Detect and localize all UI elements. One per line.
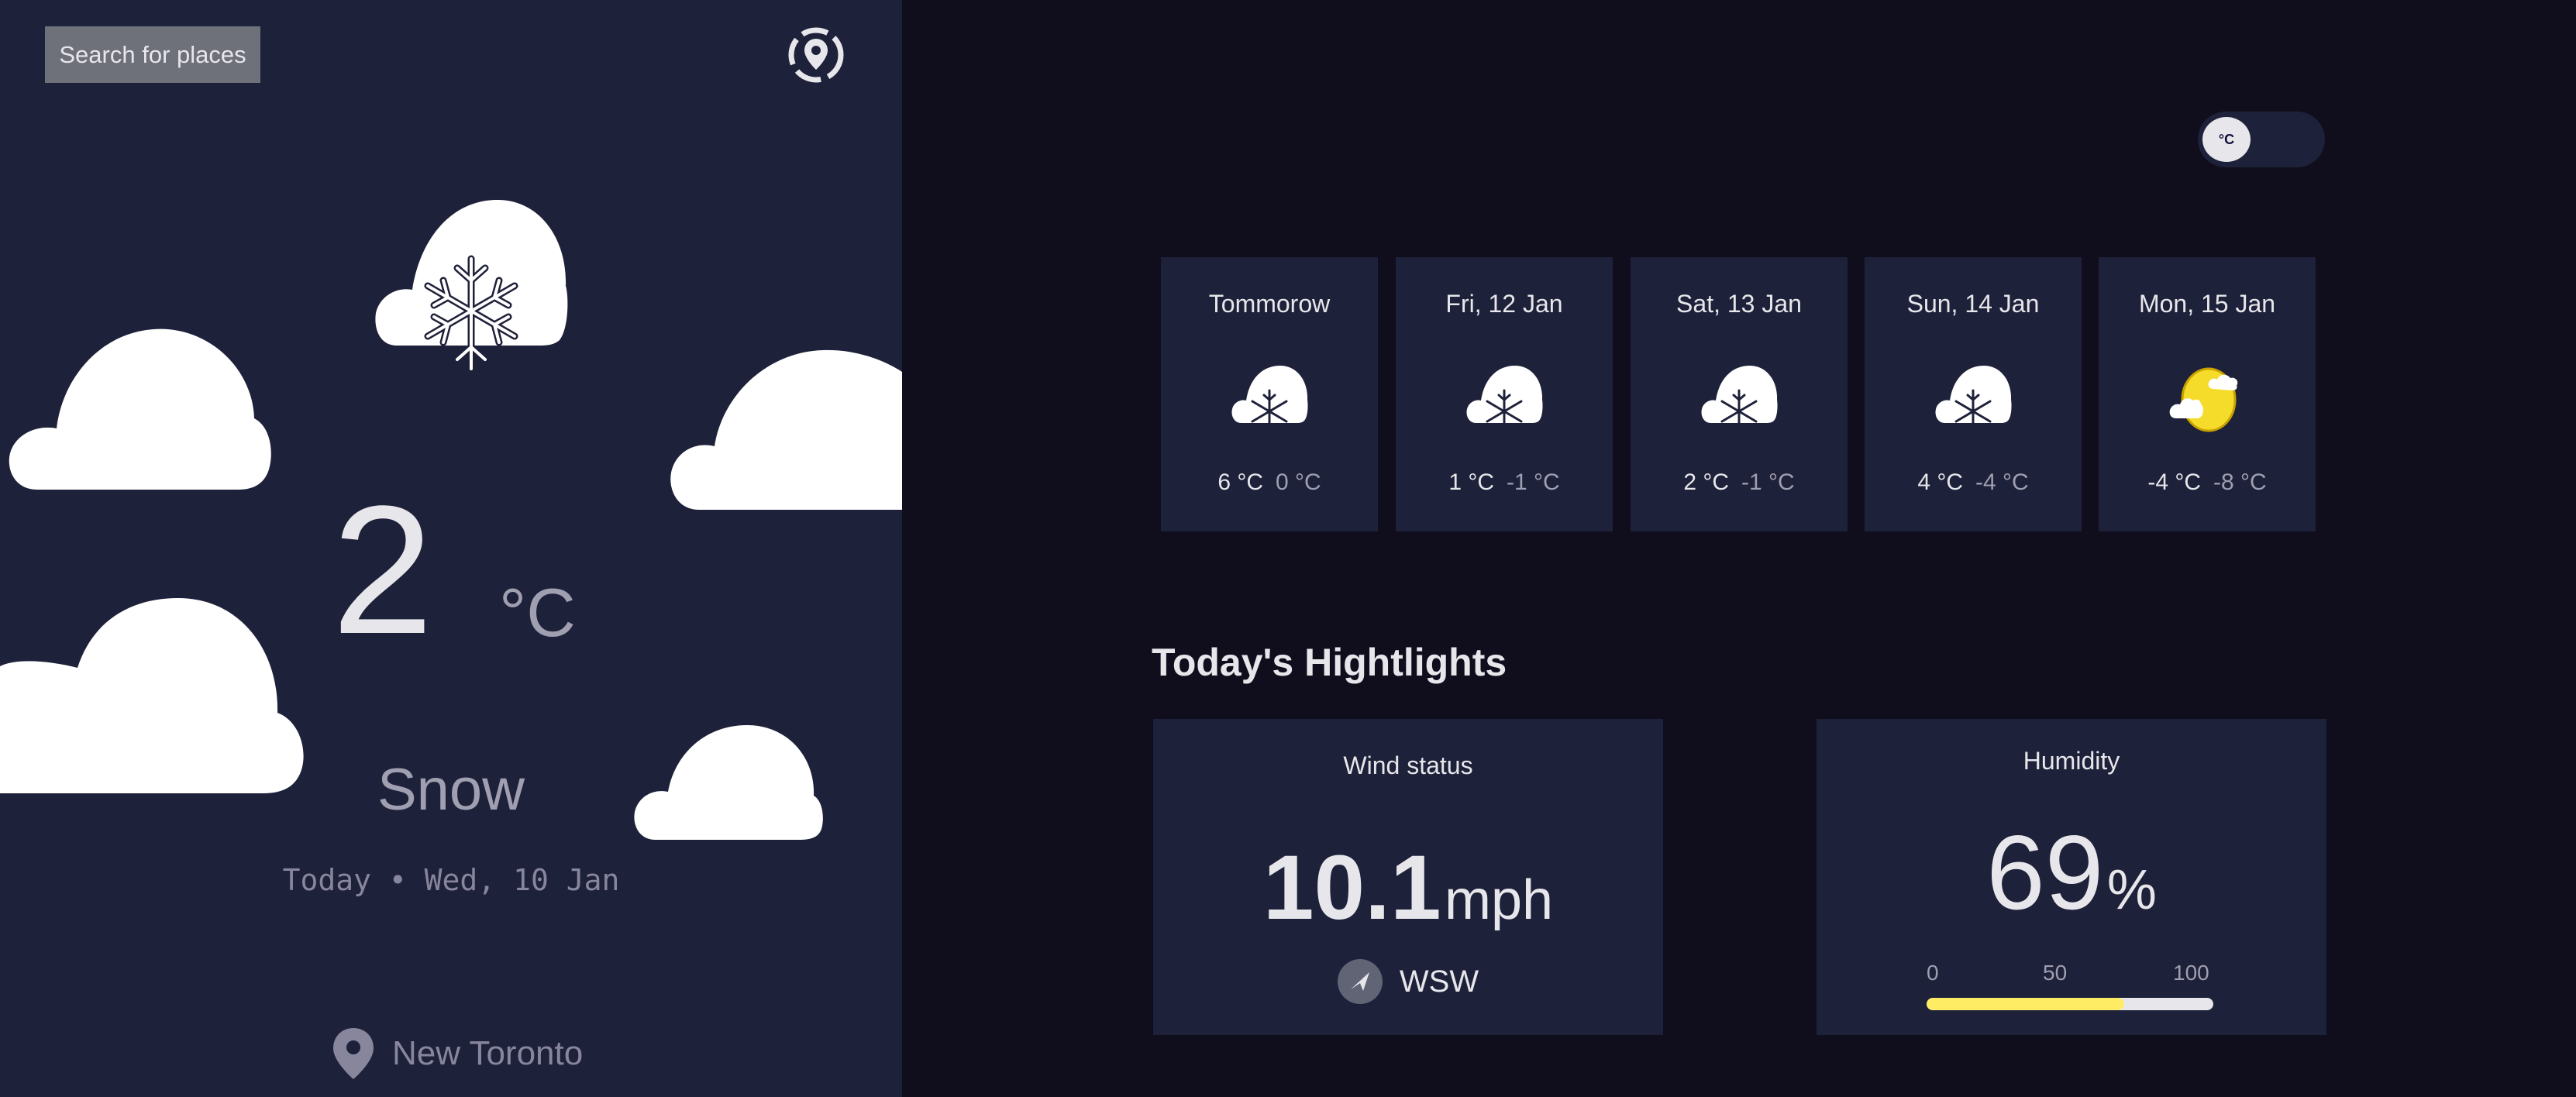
forecast-date: Mon, 15 Jan xyxy=(2138,290,2276,318)
forecast-card: Fri, 12 Jan 1 °C -1 °C xyxy=(1396,257,1613,531)
forecast-temps: 6 °C 0 °C xyxy=(1161,469,1378,496)
humidity-value-group: 69 % xyxy=(1817,812,2326,933)
snow-icon xyxy=(375,200,568,373)
snow-icon xyxy=(1935,366,2012,434)
snow-icon xyxy=(1231,366,1308,434)
humidity-scale-min: 0 xyxy=(1927,961,1939,985)
forecast-min: 0 °C xyxy=(1276,469,1321,495)
forecast-max: 4 °C xyxy=(1917,469,1963,495)
humidity-value: 69 xyxy=(1986,813,2104,931)
highlights-title: Today's Hightlights xyxy=(1152,641,1507,684)
humidity-label: Humidity xyxy=(2023,747,2120,775)
current-temperature: 2 xyxy=(332,468,434,672)
wind-status-label: Wind status xyxy=(1343,751,1473,779)
snow-icon xyxy=(1701,366,1778,434)
wind-speed: 10.1 mph xyxy=(1153,835,1663,941)
celsius-toggle-knob[interactable]: °C xyxy=(2202,117,2251,162)
forecast-max: -4 °C xyxy=(2147,469,2201,495)
weather-condition: Snow xyxy=(377,757,525,823)
forecast-min: -4 °C xyxy=(1975,469,2029,495)
forecast-temps: -4 °C -8 °C xyxy=(2099,469,2316,496)
forecast-card: Tommorow 6 °C 0 °C xyxy=(1161,257,1378,531)
forecast-card: Mon, 15 Jan -4 °C -8 °C xyxy=(2099,257,2316,531)
forecast-date: Sun, 14 Jan xyxy=(1906,290,2040,318)
temperature-unit-toggle[interactable]: °C xyxy=(2198,112,2325,167)
forecast-date: Tommorow xyxy=(1208,290,1331,318)
search-places-button[interactable]: Search for places xyxy=(45,26,260,83)
location-pin-icon xyxy=(333,1028,374,1079)
current-location: New Toronto xyxy=(332,1024,583,1083)
humidity-scale-max: 100 xyxy=(2173,961,2209,985)
wind-direction-label: WSW xyxy=(1399,964,1479,999)
forecast-card: Sat, 13 Jan 2 °C -1 °C xyxy=(1631,257,1848,531)
partly-sunny-icon xyxy=(2169,367,2238,432)
current-location-button[interactable] xyxy=(786,25,846,85)
humidity-card: Humidity 69 % xyxy=(1817,719,2326,1035)
humidity-unit: % xyxy=(2106,859,2157,921)
forecast-min: -8 °C xyxy=(2213,469,2267,495)
forecast-max: 1 °C xyxy=(1448,469,1494,495)
forecast-min: -1 °C xyxy=(1741,469,1795,495)
wind-direction-icon xyxy=(1337,959,1383,1004)
snow-icon xyxy=(1466,366,1543,434)
temperature-unit: °C xyxy=(499,574,576,651)
forecast-max: 2 °C xyxy=(1683,469,1729,495)
humidity-progress-bar xyxy=(1927,998,2213,1010)
forecast-temps: 2 °C -1 °C xyxy=(1631,469,1848,496)
wind-speed-unit: mph xyxy=(1445,869,1554,931)
humidity-progress-fill xyxy=(1927,998,2125,1010)
forecast-date: Sat, 13 Jan xyxy=(1676,290,1802,318)
forecast-temps: 1 °C -1 °C xyxy=(1396,469,1613,496)
location-name: New Toronto xyxy=(392,1034,584,1072)
humidity-scale-mid: 50 xyxy=(2043,961,2068,985)
background-cloud-icon xyxy=(670,349,902,510)
forecast-temps: 4 °C -4 °C xyxy=(1865,469,2082,496)
forecast-card: Sun, 14 Jan 4 °C -4 °C xyxy=(1865,257,2082,531)
wind-direction: WSW xyxy=(1153,959,1663,1004)
background-cloud-icon xyxy=(9,328,271,490)
current-weather-sidebar: Search for places 2 °C Snow Today • Wed,… xyxy=(0,0,902,1097)
forecast-max: 6 °C xyxy=(1217,469,1263,495)
wind-speed-value: 10.1 xyxy=(1262,837,1441,939)
current-date: Today • Wed, 10 Jan xyxy=(282,863,620,897)
gps-location-icon xyxy=(788,27,844,83)
forecast-min: -1 °C xyxy=(1507,469,1560,495)
forecast-date: Fri, 12 Jan xyxy=(1445,290,1563,318)
